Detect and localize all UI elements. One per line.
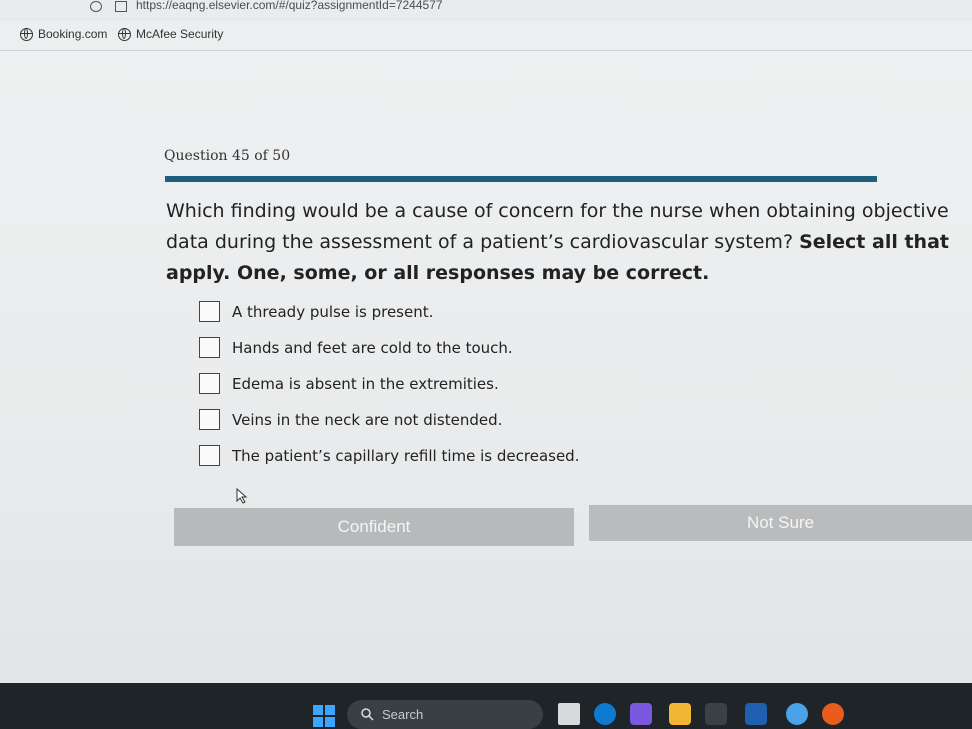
- file-explorer-icon[interactable]: [669, 703, 691, 725]
- address-bar[interactable]: https://eaqng.elsevier.com/#/quiz?assign…: [0, 0, 972, 18]
- taskbar-search[interactable]: Search: [347, 700, 543, 729]
- answer-option-1[interactable]: A thready pulse is present.: [199, 301, 433, 322]
- reload-icon[interactable]: [90, 1, 102, 12]
- question-counter: Question 45 of 50: [164, 148, 291, 164]
- answer-option-3[interactable]: Edema is absent in the extremities.: [199, 373, 499, 394]
- bookmark-label: McAfee Security: [136, 27, 224, 41]
- url-text[interactable]: https://eaqng.elsevier.com/#/quiz?assign…: [136, 0, 443, 12]
- mouse-cursor-icon: [236, 488, 248, 504]
- copilot-icon[interactable]: [630, 703, 652, 725]
- bookmarks-bar: Booking.com McAfee Security: [0, 20, 972, 51]
- checkbox[interactable]: [199, 409, 220, 430]
- quiz-page: [0, 51, 972, 681]
- option-label: A thready pulse is present.: [232, 302, 434, 321]
- windows-start-icon[interactable]: [313, 705, 335, 727]
- search-icon: [361, 708, 374, 721]
- option-label: Veins in the neck are not distended.: [232, 410, 503, 429]
- bookmark-booking[interactable]: Booking.com: [20, 27, 107, 41]
- chrome-icon[interactable]: [786, 703, 808, 725]
- bookmark-label: Booking.com: [38, 27, 108, 41]
- not-sure-button[interactable]: Not Sure: [589, 505, 972, 541]
- checkbox[interactable]: [199, 445, 220, 466]
- taskbar: Search: [0, 683, 972, 729]
- checkbox[interactable]: [199, 301, 220, 322]
- answer-option-2[interactable]: Hands and feet are cold to the touch.: [199, 337, 513, 358]
- answer-option-4[interactable]: Veins in the neck are not distended.: [199, 409, 502, 430]
- globe-icon: [20, 27, 33, 41]
- edge-browser-icon[interactable]: [594, 703, 616, 725]
- bookmark-mcafee[interactable]: McAfee Security: [118, 27, 223, 41]
- progress-bar: [165, 176, 877, 182]
- app-icon[interactable]: [745, 703, 767, 725]
- confident-button[interactable]: Confident: [174, 508, 574, 546]
- option-label: The patient’s capillary refill time is d…: [232, 446, 580, 465]
- option-label: Hands and feet are cold to the touch.: [232, 338, 513, 357]
- option-label: Edema is absent in the extremities.: [232, 374, 499, 393]
- checkbox[interactable]: [199, 337, 220, 358]
- question-text: Which finding would be a cause of concer…: [166, 196, 956, 289]
- task-view-icon[interactable]: [558, 703, 580, 725]
- search-placeholder: Search: [382, 707, 424, 722]
- firefox-icon[interactable]: [822, 703, 844, 725]
- answer-option-5[interactable]: The patient’s capillary refill time is d…: [199, 445, 579, 466]
- checkbox[interactable]: [199, 373, 220, 394]
- page-icon: [115, 1, 127, 12]
- store-icon[interactable]: [705, 703, 727, 725]
- globe-icon: [118, 27, 131, 41]
